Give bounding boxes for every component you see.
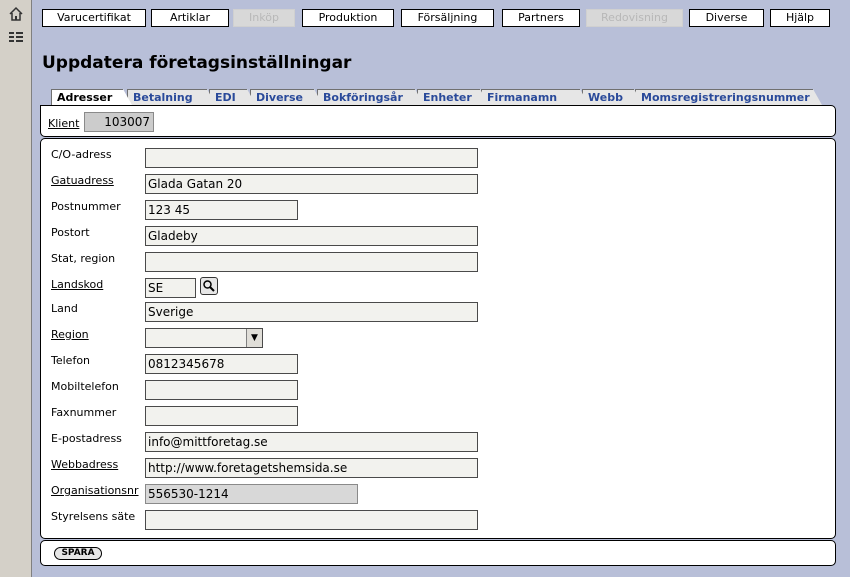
tab-adresser[interactable]: Adresser [51, 89, 132, 105]
nav-diverse[interactable]: Diverse [689, 9, 764, 27]
settings-tabs: Momsregistreringsnummer Webb Firmanamn E… [32, 89, 850, 105]
website-label: Webbadress [51, 458, 119, 471]
email-input[interactable] [145, 432, 478, 452]
email-label: E-postadress [51, 432, 122, 445]
top-navigation: Varucertifikat Artiklar Inköp Produktion… [32, 0, 850, 29]
tab-momsregistreringsnummer[interactable]: Momsregistreringsnummer [635, 89, 822, 105]
mobile-input[interactable] [145, 380, 298, 400]
fax-label: Faxnummer [51, 406, 117, 419]
chevron-down-icon[interactable]: ▼ [246, 329, 262, 347]
tab-diverse[interactable]: Diverse [250, 89, 323, 105]
nav-produktion[interactable]: Produktion [302, 9, 394, 27]
postal-code-label: Postnummer [51, 200, 121, 213]
nav-varucertifikat[interactable]: Varucertifikat [42, 9, 146, 27]
state-region-input[interactable] [145, 252, 478, 272]
postal-code-input[interactable] [145, 200, 298, 220]
footer-panel: SPARA [40, 540, 836, 566]
country-lookup-button[interactable] [200, 277, 218, 295]
board-seat-input[interactable] [145, 510, 478, 530]
client-value: 103007 [84, 112, 154, 132]
tab-webb[interactable]: Webb [582, 89, 643, 105]
phone-input[interactable] [145, 354, 298, 374]
country-code-input[interactable] [145, 278, 196, 298]
magnifier-icon [203, 280, 215, 292]
org-number-input [145, 484, 358, 504]
city-input[interactable] [145, 226, 478, 246]
nav-forsaljning[interactable]: Försäljning [401, 9, 494, 27]
page-title: Uppdatera företagsinställningar [42, 53, 352, 73]
fax-input[interactable] [145, 406, 298, 426]
state-region-label: Stat, region [51, 252, 116, 265]
tab-betalning[interactable]: Betalning [127, 89, 216, 105]
website-input[interactable] [145, 458, 478, 478]
nav-redovisning: Redovisning [586, 9, 683, 27]
co-address-label: C/O-adress [51, 148, 112, 161]
mobile-label: Mobiltelefon [51, 380, 119, 393]
save-button[interactable]: SPARA [54, 547, 102, 560]
org-number-label: Organisationsnr [51, 484, 139, 497]
nav-partners[interactable]: Partners [502, 9, 580, 27]
home-icon[interactable] [8, 6, 24, 22]
nav-inkop: Inköp [233, 9, 295, 27]
tab-bokforingsar[interactable]: Bokföringsår [317, 89, 424, 105]
street-address-input[interactable] [145, 174, 478, 194]
street-address-label: Gatuadress [51, 174, 114, 187]
city-label: Postort [51, 226, 90, 239]
country-label: Land [51, 302, 78, 315]
country-code-label: Landskod [51, 278, 104, 291]
client-panel: Klient 103007 [40, 105, 836, 137]
list-icon[interactable] [8, 30, 24, 46]
title-bar: Uppdatera företagsinställningar [32, 29, 850, 89]
nav-hjalp[interactable]: Hjälp [770, 9, 830, 27]
board-seat-label: Styrelsens säte [51, 510, 136, 523]
phone-label: Telefon [51, 354, 91, 367]
tab-enheter[interactable]: Enheter [417, 89, 489, 105]
tab-firmanamn[interactable]: Firmanamn [481, 89, 589, 105]
country-input[interactable] [145, 302, 478, 322]
co-address-input[interactable] [145, 148, 478, 168]
client-label: Klient [48, 117, 80, 130]
address-form: C/O-adress Gatuadress Postnummer Postort… [40, 138, 836, 539]
region-label: Region [51, 328, 89, 341]
nav-artiklar[interactable]: Artiklar [151, 9, 229, 27]
region-select[interactable]: ▼ [145, 328, 263, 348]
left-toolbar [0, 0, 32, 577]
